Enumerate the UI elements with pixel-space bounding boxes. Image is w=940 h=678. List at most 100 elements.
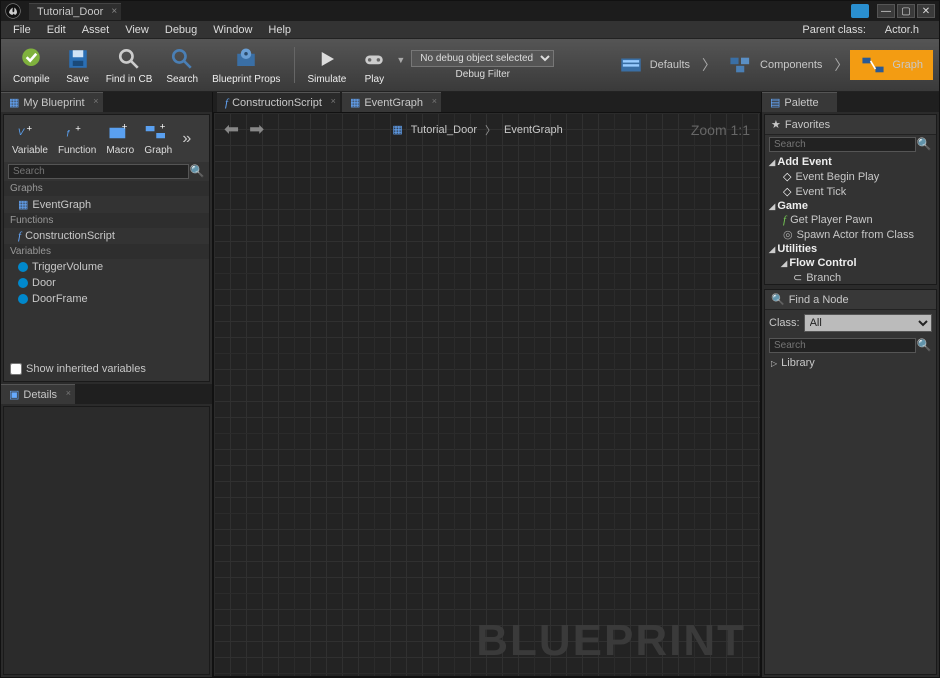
close-icon[interactable]: × <box>331 96 336 106</box>
menu-help[interactable]: Help <box>260 22 299 38</box>
close-icon[interactable]: × <box>66 388 71 398</box>
play-dropdown-icon[interactable]: ▼ <box>396 55 405 65</box>
favorites-tree: Add Event ◇Event Begin Play ◇Event Tick … <box>765 154 936 284</box>
svg-text:f: f <box>67 129 71 140</box>
simulate-button[interactable]: Simulate <box>301 43 352 87</box>
components-icon <box>728 54 754 76</box>
chevron-icon: 〉 <box>700 55 718 75</box>
defaults-icon <box>618 54 644 76</box>
window-tab[interactable]: Tutorial_Door × <box>29 3 121 20</box>
toolbar: Compile Save Find in CB Search Blueprint… <box>1 39 939 92</box>
class-select[interactable]: All <box>804 314 932 332</box>
node-event-begin-play[interactable]: ◇Event Begin Play <box>765 169 936 184</box>
add-function-button[interactable]: f+Function <box>54 119 100 158</box>
cat-flow-control[interactable]: Flow Control <box>777 256 936 270</box>
debug-filter-select[interactable]: No debug object selected <box>411 50 554 67</box>
menu-window[interactable]: Window <box>205 22 260 38</box>
add-macro-button[interactable]: +Macro <box>102 119 138 158</box>
node-spawn-actor[interactable]: ◎Spawn Actor from Class <box>765 227 936 242</box>
graphs-section: Graphs <box>4 181 209 196</box>
notification-icon[interactable] <box>851 4 869 18</box>
var-doorframe[interactable]: DoorFrame <box>4 291 209 307</box>
svg-text:+: + <box>160 122 166 133</box>
zoom-label: Zoom 1:1 <box>691 122 750 138</box>
svg-text:+: + <box>26 123 32 134</box>
close-tab-icon[interactable]: × <box>111 6 117 17</box>
cat-add-event[interactable]: Add Event <box>765 155 936 169</box>
star-icon: ★ <box>771 118 781 131</box>
save-icon <box>64 45 92 73</box>
my-blueprint-search-input[interactable] <box>8 164 189 179</box>
find-node-search-input[interactable] <box>769 338 916 353</box>
menu-file[interactable]: File <box>5 22 39 38</box>
node-get-player-pawn[interactable]: fGet Player Pawn <box>765 213 936 227</box>
node-event-tick[interactable]: ◇Event Tick <box>765 184 936 199</box>
search-icon[interactable]: 🔍 <box>189 164 205 179</box>
cat-utilities[interactable]: Utilities <box>765 242 936 256</box>
nav-forward-button[interactable]: ➡ <box>249 119 264 140</box>
titlebar: Tutorial_Door × — ▢ ✕ <box>1 1 939 21</box>
magnifier-folder-icon <box>115 45 143 73</box>
show-inherited-checkbox[interactable] <box>10 363 22 375</box>
library-category[interactable]: ▷Library <box>765 356 936 370</box>
palette-search-input[interactable] <box>769 137 916 152</box>
components-mode-button[interactable]: Components <box>718 50 832 80</box>
blueprint-watermark: BLUEPRINT <box>476 616 746 666</box>
find-in-cb-button[interactable]: Find in CB <box>100 43 159 87</box>
menu-asset[interactable]: Asset <box>74 22 118 38</box>
tab-eventgraph[interactable]: ▦EventGraph× <box>342 92 441 112</box>
cat-game[interactable]: Game <box>765 199 936 213</box>
details-tab[interactable]: ▣Details× <box>1 384 75 404</box>
svg-text:+: + <box>75 123 81 134</box>
search-icon[interactable]: 🔍 <box>916 137 932 152</box>
search-icon[interactable]: 🔍 <box>916 338 932 353</box>
constructionscript-item[interactable]: fConstructionScript <box>4 228 209 244</box>
favorites-header[interactable]: ★Favorites <box>765 115 936 135</box>
var-door[interactable]: Door <box>4 275 209 291</box>
maximize-button[interactable]: ▢ <box>897 4 915 18</box>
graph-icon <box>860 54 886 76</box>
debug-filter-label: Debug Filter <box>456 69 510 80</box>
menu-debug[interactable]: Debug <box>157 22 205 38</box>
magnifier-icon <box>168 45 196 73</box>
defaults-mode-button[interactable]: Defaults <box>608 50 700 80</box>
save-button[interactable]: Save <box>58 43 98 87</box>
close-icon[interactable]: × <box>432 96 437 106</box>
debug-filter: No debug object selected Debug Filter <box>411 50 554 80</box>
search-button[interactable]: Search <box>160 43 204 87</box>
tab-constructionscript[interactable]: fConstructionScript× <box>217 92 340 112</box>
my-blueprint-tab[interactable]: ▦My Blueprint× <box>1 92 103 112</box>
blueprint-props-button[interactable]: Blueprint Props <box>206 43 286 87</box>
menu-view[interactable]: View <box>117 22 157 38</box>
add-variable-button[interactable]: V+Variable <box>8 119 52 158</box>
toolbar-separator <box>294 47 295 83</box>
show-inherited-label: Show inherited variables <box>26 363 146 375</box>
simulate-icon <box>313 45 341 73</box>
find-node-header[interactable]: 🔍Find a Node <box>765 290 936 310</box>
gear-box-icon <box>232 45 260 73</box>
more-add-button[interactable]: » <box>178 130 195 148</box>
graph-canvas[interactable]: ⬅ ➡ ▦ Tutorial_Door 〉 EventGraph Zoom 1:1… <box>213 112 761 677</box>
svg-text:V: V <box>18 127 26 138</box>
minimize-button[interactable]: — <box>877 4 895 18</box>
var-triggervolume[interactable]: TriggerVolume <box>4 259 209 275</box>
palette-tab[interactable]: ▤Palette <box>762 92 837 112</box>
gamepad-icon <box>360 45 388 73</box>
eventgraph-item[interactable]: ▦EventGraph <box>4 196 209 213</box>
functions-section: Functions <box>4 213 209 228</box>
menu-edit[interactable]: Edit <box>39 22 74 38</box>
unreal-logo-icon <box>5 3 21 19</box>
compile-button[interactable]: Compile <box>7 43 56 87</box>
add-bar: V+Variable f+Function +Macro +Graph » <box>4 115 209 162</box>
nav-back-button[interactable]: ⬅ <box>224 119 239 140</box>
close-icon[interactable]: × <box>93 96 98 106</box>
graph-mode-button[interactable]: Graph <box>850 50 933 80</box>
breadcrumb: ▦ Tutorial_Door 〉 EventGraph <box>392 122 562 138</box>
add-graph-button[interactable]: +Graph <box>140 119 176 158</box>
crumb-leaf[interactable]: EventGraph <box>504 124 563 136</box>
details-panel <box>3 406 210 675</box>
node-branch[interactable]: ⊂Branch <box>765 270 936 284</box>
play-button[interactable]: Play <box>354 43 394 87</box>
crumb-root[interactable]: Tutorial_Door <box>411 124 477 136</box>
close-button[interactable]: ✕ <box>917 4 935 18</box>
